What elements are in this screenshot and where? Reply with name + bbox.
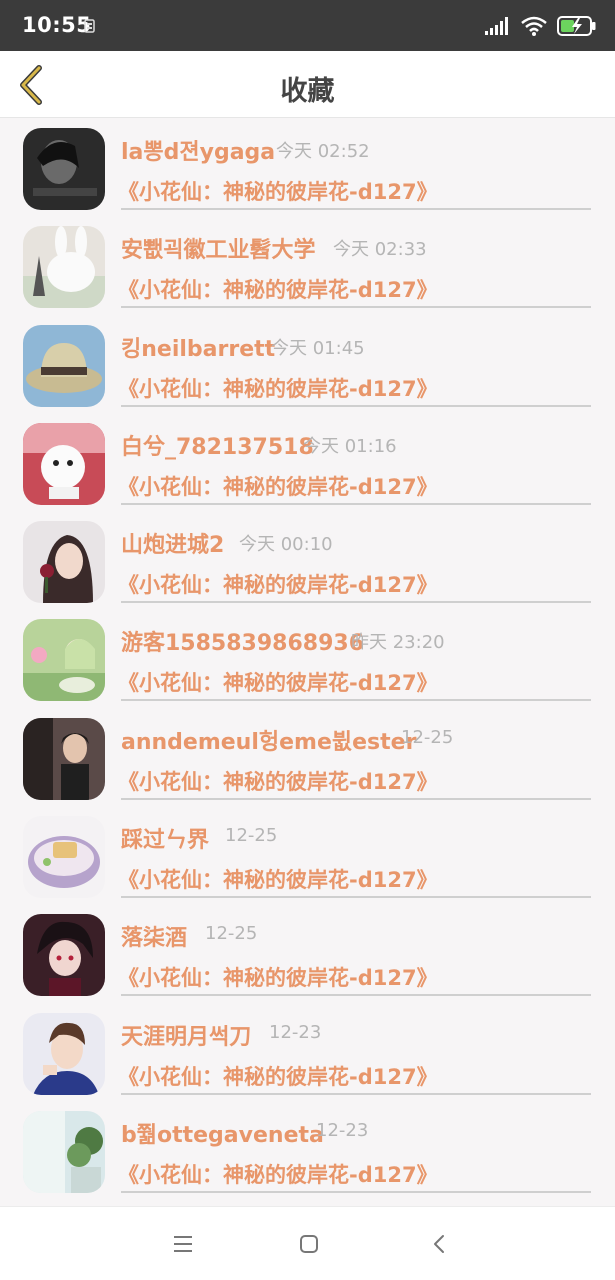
avatar [23,717,105,800]
user-name: b쭮ottegaveneta [121,1122,324,1148]
avatar [23,521,105,604]
book-title: 《小花仙：神秘的彼岸花-d127》 [118,868,438,893]
user-name: 落柒酒 [121,926,188,952]
user-name: 安뾊괵徽工业髫大学 [121,238,316,264]
status-bar: 10:55 [0,0,615,51]
home-button[interactable] [294,1229,324,1259]
page-title: 收藏 [280,76,335,107]
timestamp: 12-25 [401,726,454,748]
user-name: 킹neilbarrett [121,336,276,362]
user-name: la뽕d젼ygaga [121,140,276,165]
back-arrow-icon [434,1235,444,1253]
avatar [23,128,105,210]
navigation-bar [0,1206,615,1280]
favorite-item[interactable]: 天涯明月썩刀 12-23 《小花仙：神秘的彼岸花-d127》 [0,1003,615,1101]
wifi-icon [521,16,547,36]
favorite-item[interactable]: 安뾊괵徽工业髫大学 今天 02:33 《小花仙：神秘的彼岸花-d127》 [0,216,615,314]
user-name: 山炮进城2 [121,533,225,559]
avatar [23,324,105,407]
book-title: 《小花仙：神秘的彼岸花-d127》 [118,278,438,303]
timestamp: 今天 01:45 [271,337,365,359]
divider [121,601,591,604]
divider [121,699,591,702]
header: 收藏 [0,51,615,118]
favorites-list: la뽕d젼ygaga 今天 02:52 《小花仙：神秘的彼岸花-d127》 安뾊… [0,118,615,1206]
avatar [23,619,105,702]
book-title: 《小花仙：神秘的彼岸花-d127》 [118,474,438,499]
avatar [23,1012,105,1095]
timestamp: 今天 02:52 [276,141,370,162]
divider [121,1092,591,1095]
timestamp: 今天 00:10 [239,534,333,556]
book-title: 《小花仙：神秘的彼岸花-d127》 [118,769,438,794]
divider [121,896,591,899]
timestamp: 昨天 23:20 [351,632,445,654]
favorite-item[interactable]: 白兮_782137518 今天 01:16 《小花仙：神秘的彼岸花-d127》 [0,413,615,511]
user-name: 踩过ㄣ界 [121,828,210,854]
divider [121,797,591,800]
user-name: 天涯明月썩刀 [121,1024,252,1050]
timestamp: 12-25 [225,825,278,847]
favorite-item[interactable]: 킹neilbarrett 今天 01:45 《小花仙：神秘的彼岸花-d127》 [0,315,615,413]
menu-button[interactable] [168,1229,198,1259]
nav-back-button[interactable] [424,1229,454,1259]
book-title: 《小花仙：神秘的彼岸花-d127》 [118,671,438,696]
avatar [23,226,105,309]
timestamp: 12-23 [269,1021,322,1043]
favorite-item[interactable]: 游客1585839868936 昨天 23:20 《小花仙：神秘的彼岸花-d12… [0,609,615,707]
book-title: 《小花仙：神秘的彼岸花-d127》 [118,573,438,598]
favorite-item[interactable]: anndemeul헝eme뷦ester 12-25 《小花仙：神秘的彼岸花-d1… [0,708,615,806]
timestamp: 今天 01:16 [303,435,397,457]
avatar [23,422,105,505]
favorite-item[interactable]: la뽕d젼ygaga 今天 02:52 《小花仙：神秘的彼岸花-d127》 [0,118,615,216]
battery-charging-icon [557,16,596,36]
book-title: 《小花仙：神秘的彼岸花-d127》 [118,376,438,401]
divider [121,404,591,407]
divider [121,1190,591,1193]
favorite-item[interactable]: 落柒酒 12-25 《小花仙：神秘的彼岸花-d127》 [0,904,615,1002]
timestamp: 今天 02:33 [333,239,427,261]
home-square-icon [300,1235,318,1253]
favorite-item[interactable]: 山炮进城2 今天 00:10 《小花仙：神秘的彼岸花-d127》 [0,511,615,609]
timestamp: 12-25 [205,923,258,945]
menu-icon [174,1236,192,1252]
divider [121,306,591,309]
book-title: 《小花仙：神秘的彼岸花-d127》 [118,1162,438,1187]
divider [121,208,591,210]
signal-icon [485,17,508,35]
user-name: 游客1585839868936 [121,631,364,657]
user-name: 白兮_782137518 [121,434,314,460]
user-name: anndemeul헝eme뷦ester [121,729,417,755]
avatar [23,816,105,899]
divider [121,502,591,505]
avatar [23,1110,105,1193]
timestamp: 12-23 [316,1119,369,1141]
favorite-item[interactable]: b쭮ottegaveneta 12-23 《小花仙：神秘的彼岸花-d127》 [0,1101,615,1199]
notification-icon [84,19,95,33]
favorite-item[interactable]: 踩过ㄣ界 12-25 《小花仙：神秘的彼岸花-d127》 [0,806,615,904]
book-title: 《小花仙：神秘的彼岸花-d127》 [118,1064,438,1089]
divider [121,994,591,997]
book-title: 《小花仙：神秘的彼岸花-d127》 [118,966,438,991]
avatar [23,914,105,997]
book-title: 《小花仙：神秘的彼岸花-d127》 [118,180,438,204]
status-time: 10:55 [22,13,92,37]
